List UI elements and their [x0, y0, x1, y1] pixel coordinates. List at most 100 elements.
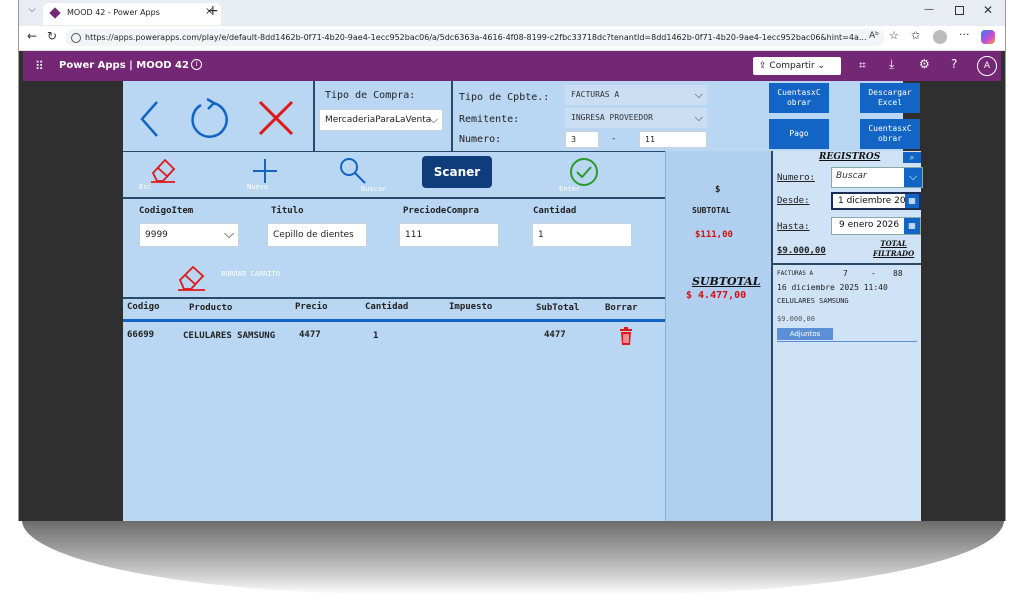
refresh-form-icon[interactable]: [187, 97, 231, 141]
row-codigo: 66699: [127, 330, 155, 340]
plus-icon: [253, 159, 277, 183]
registro-list-item[interactable]: FACTURAS A 7 - 88 16 diciembre 2025 11:4…: [773, 265, 921, 345]
back-arrow-icon[interactable]: [137, 99, 163, 139]
more-icon[interactable]: ···: [959, 28, 970, 41]
refresh-icon[interactable]: ↻: [47, 29, 57, 43]
eraser-icon: [178, 265, 205, 291]
new-tab-icon[interactable]: +: [207, 3, 219, 19]
precio-compra-input[interactable]: 111: [399, 223, 499, 247]
currency-symbol: $: [715, 185, 721, 195]
tab-list-chevron-icon[interactable]: ⌵: [25, 5, 39, 19]
codigo-item-select[interactable]: 9999 ⌵: [139, 223, 239, 247]
table-header-borrar: Borrar: [605, 303, 638, 313]
chevron-down-icon[interactable]: ⌵: [904, 168, 922, 187]
app-canvas: Tipo de Compra: MercaderiaParaLaVenta ⌵ …: [123, 81, 923, 521]
registros-panel: REGISTROS ⌕ Numero: Buscar ⌵ Desde: 1 di…: [771, 151, 923, 521]
back-icon[interactable]: ←: [27, 29, 37, 43]
chevron-down-icon: ⌵: [224, 227, 234, 242]
profile-icon[interactable]: [933, 30, 947, 44]
browser-tab[interactable]: MOOD 42 - Power Apps ×: [43, 3, 221, 25]
app-name: MOOD 42: [136, 60, 189, 71]
adjuntos-underline: [777, 341, 917, 342]
trash-icon[interactable]: [619, 327, 633, 345]
tipo-cpbte-select[interactable]: FACTURAS A ⌵: [565, 85, 707, 105]
info-icon[interactable]: i: [191, 59, 202, 70]
cuentas-cobrar-button[interactable]: CuentasxC obrar: [769, 83, 829, 113]
app-launcher-icon[interactable]: ⠿: [35, 59, 44, 73]
descargar-excel-button[interactable]: Descargar Excel: [860, 83, 920, 113]
registros-search-button[interactable]: ⌕: [903, 152, 921, 163]
read-aloud-icon[interactable]: Aᵇ: [869, 31, 879, 41]
titulo-input[interactable]: Cepillo de dientes: [267, 223, 367, 247]
url-field[interactable]: https://apps.powerapps.com/play/e/defaul…: [65, 29, 885, 46]
close-window-icon[interactable]: ✕: [983, 3, 993, 17]
scaner-button[interactable]: Scaner: [422, 156, 492, 188]
eraser-icon: [151, 158, 176, 183]
fit-screen-icon[interactable]: ⌗: [859, 58, 866, 73]
table-header-impuesto: Impuesto: [449, 302, 493, 312]
browser-window: ⌵ MOOD 42 - Power Apps × + — ✕ ← ↻ https…: [18, 0, 1006, 521]
registros-numero-placeholder: Buscar: [836, 171, 867, 181]
row-cantidad: 1: [373, 331, 379, 341]
download-icon[interactable]: ⤓: [889, 57, 894, 72]
subtotal-item-value: $111,00: [695, 230, 733, 240]
registro-dash: -: [871, 269, 876, 278]
total-label-line2: FILTRADO: [873, 249, 915, 258]
buscar-label: Buscar: [361, 185, 387, 193]
cantidad-input[interactable]: 1: [532, 223, 632, 247]
pago-button[interactable]: Pago: [769, 119, 829, 149]
tipo-compra-panel: Tipo de Compra: MercaderiaParaLaVenta ⌵: [313, 81, 453, 152]
esc-button[interactable]: Esc: [139, 157, 189, 195]
site-info-icon[interactable]: [71, 32, 81, 43]
cuentas-cobrar-button-2[interactable]: CuentasxC obrar: [860, 119, 920, 149]
restore-icon[interactable]: [955, 6, 964, 15]
window-shadow: [22, 520, 1004, 595]
total-filtrado-value: $9.000,00: [777, 246, 826, 256]
favorites-icon[interactable]: ✩: [911, 29, 920, 42]
table-header-codigo: Codigo: [127, 302, 160, 312]
numero-prefix-input[interactable]: 3: [565, 131, 599, 148]
remitente-select[interactable]: INGRESA PROVEEDOR ⌵: [565, 108, 707, 128]
avatar[interactable]: A: [977, 56, 997, 76]
copilot-icon[interactable]: [981, 30, 995, 44]
cancel-x-icon[interactable]: [257, 99, 295, 137]
hasta-datepicker[interactable]: 9 enero 2026 ▦: [831, 217, 921, 235]
enter-label: Enter: [559, 185, 581, 193]
borrar-carrito-button[interactable]: BORRAR CARRITO: [175, 261, 285, 293]
comprobante-panel: Tipo de Cpbte.: FACTURAS A ⌵ Remitente: …: [453, 81, 753, 152]
minimize-icon[interactable]: —: [924, 4, 934, 15]
settings-icon[interactable]: ⚙: [919, 57, 930, 71]
buscar-button[interactable]: Buscar: [339, 157, 399, 195]
adjuntos-button[interactable]: Adjuntos: [777, 328, 833, 340]
chevron-down-icon: ⌄: [817, 61, 826, 71]
tipo-compra-label: Tipo de Compra:: [325, 90, 416, 101]
nuevo-button[interactable]: Nuevo: [241, 157, 291, 195]
search-icon: ⌕: [909, 153, 915, 162]
desde-datepicker[interactable]: 1 diciembre 20 ▦: [831, 192, 921, 210]
share-button[interactable]: ⇪ Compartir ⌄: [753, 57, 841, 75]
numero-label: Numero:: [459, 134, 502, 145]
registro-num1: 7: [843, 269, 848, 278]
desde-label: Desde:: [777, 196, 810, 206]
help-icon[interactable]: ?: [951, 57, 957, 71]
table-row[interactable]: 66699 CELULARES SAMSUNG 4477 1 4477: [123, 327, 665, 349]
enter-button[interactable]: Enter: [559, 157, 619, 195]
numero-input[interactable]: 11: [639, 131, 707, 148]
calendar-icon[interactable]: ▦: [904, 218, 920, 234]
avatar-initial: A: [983, 61, 991, 71]
total-label-line1: TOTAL: [880, 239, 907, 248]
registro-remitente: CELULARES SAMSUNG: [777, 297, 849, 305]
favorite-icon[interactable]: ☆: [889, 29, 899, 42]
subtotal-panel: $ SUBTOTAL $111,00 SUBTOTAL $ 4.477,00: [665, 151, 772, 521]
chevron-down-icon: ⌵: [694, 111, 703, 124]
title-separator: |: [129, 60, 133, 71]
subtotal-big-label: SUBTOTAL: [692, 275, 761, 288]
share-icon: ⇪: [759, 61, 767, 71]
tipo-compra-select[interactable]: MercaderiaParaLaVenta ⌵: [319, 109, 443, 131]
top-left-panel: [123, 81, 315, 152]
tipo-cpbte-value: FACTURAS A: [571, 90, 620, 99]
registros-numero-select[interactable]: Buscar ⌵: [831, 167, 923, 188]
calendar-icon[interactable]: ▦: [905, 194, 919, 208]
borrar-carrito-label: BORRAR CARRITO: [221, 270, 281, 278]
cart-table: Codigo Producto Precio Cantidad Impuesto…: [123, 297, 665, 521]
